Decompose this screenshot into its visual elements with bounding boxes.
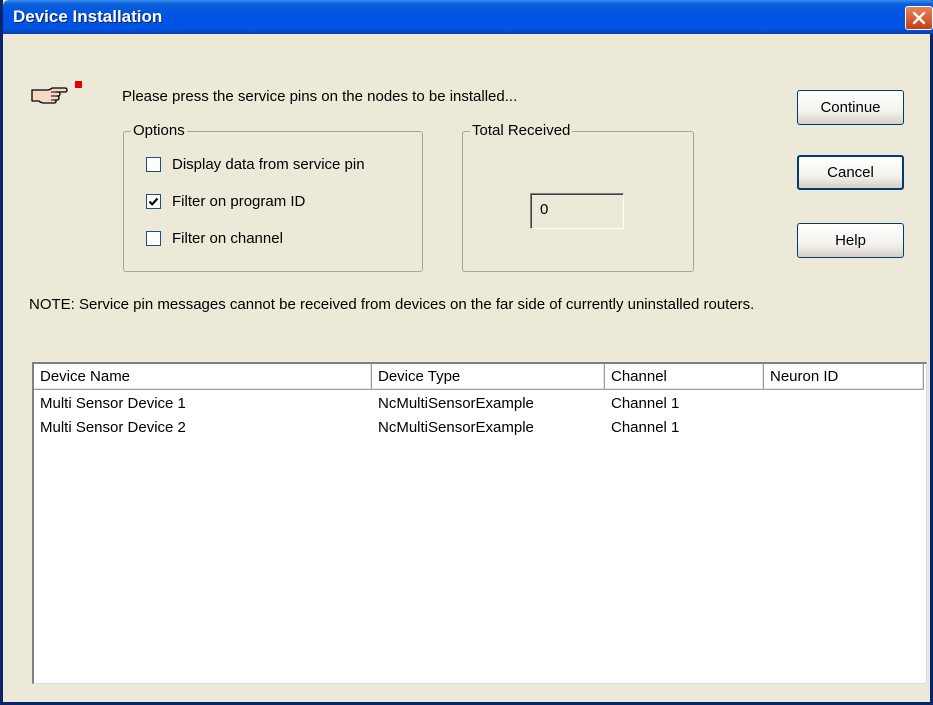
column-header-device-name[interactable]: Device Name xyxy=(34,364,372,390)
column-header-device-type[interactable]: Device Type xyxy=(372,364,605,390)
channel-cell: Channel 1 xyxy=(611,395,680,412)
channel-cell: Channel 1 xyxy=(611,419,680,436)
checkbox-label: Filter on channel xyxy=(172,230,283,247)
device-type-cell: NcMultiSensorExample xyxy=(378,419,534,436)
window-title: Device Installation xyxy=(13,7,163,26)
total-received-group: Total Received 0 xyxy=(462,122,694,272)
options-group: Options Display data from service pin Fi… xyxy=(123,122,423,272)
instruction-text: Please press the service pins on the nod… xyxy=(122,88,518,105)
device-list-header: Device Name Device Type Channel Neuron I… xyxy=(34,364,926,390)
cancel-button[interactable]: Cancel xyxy=(797,155,904,190)
checkbox-box[interactable] xyxy=(146,157,161,172)
title-bar[interactable]: Device Installation xyxy=(3,0,933,34)
device-installation-dialog: Device Installation Please press the ser… xyxy=(0,0,933,705)
checkbox-label: Display data from service pin xyxy=(172,156,365,173)
note-text: NOTE: Service pin messages cannot be rec… xyxy=(29,296,755,313)
device-name-cell: Multi Sensor Device 2 xyxy=(40,419,186,436)
dialog-body: Please press the service pins on the nod… xyxy=(3,34,930,702)
column-header-channel[interactable]: Channel xyxy=(605,364,764,390)
checkbox-box[interactable] xyxy=(146,194,161,209)
close-icon xyxy=(912,11,926,25)
help-button[interactable]: Help xyxy=(797,223,904,258)
service-led-icon xyxy=(75,81,82,88)
table-row[interactable]: Multi Sensor Device 1 NcMultiSensorExamp… xyxy=(34,393,926,417)
total-received-count: 0 xyxy=(530,193,624,229)
device-list[interactable]: Device Name Device Type Channel Neuron I… xyxy=(32,362,927,684)
table-row[interactable]: Multi Sensor Device 2 NcMultiSensorExamp… xyxy=(34,417,926,441)
continue-button[interactable]: Continue xyxy=(797,90,904,125)
pointing-hand-icon xyxy=(31,87,68,104)
close-button[interactable] xyxy=(905,6,933,30)
total-received-label: Total Received xyxy=(470,122,573,140)
device-name-cell: Multi Sensor Device 1 xyxy=(40,395,186,412)
column-header-neuron-id[interactable]: Neuron ID xyxy=(764,364,924,390)
device-type-cell: NcMultiSensorExample xyxy=(378,395,534,412)
checkbox-label: Filter on program ID xyxy=(172,193,306,210)
checkbox-box[interactable] xyxy=(146,231,161,246)
check-icon xyxy=(148,197,159,206)
options-group-label: Options xyxy=(131,122,187,140)
